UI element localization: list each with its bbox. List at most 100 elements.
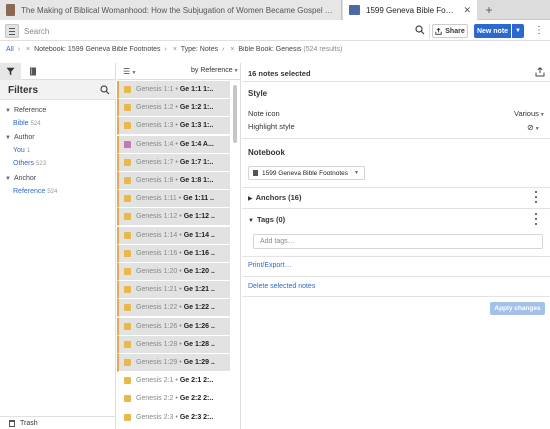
note-heading: Ge 1:2 1:.. <box>179 104 214 112</box>
apply-changes-button[interactable]: Apply changes <box>490 302 545 315</box>
list-item[interactable]: Genesis 1:7 • Ge 1:7 1:.. <box>117 153 230 172</box>
separator-dot: • <box>178 195 182 203</box>
filter-group-author[interactable]: ▼ Author <box>5 134 35 141</box>
notebook-select[interactable]: 1599 Geneva Bible Footnotes ▼ <box>248 166 365 180</box>
library-icon <box>29 67 36 76</box>
sticky-note-icon <box>124 213 131 221</box>
list-item[interactable]: Genesis 2:1 • Ge 2:1 2:.. <box>117 372 230 391</box>
list-item[interactable]: Genesis 1:2 • Ge 1:2 1:.. <box>117 99 230 118</box>
tags-input[interactable]: Add tags… <box>253 234 543 249</box>
new-note-button[interactable]: New note <box>474 24 511 38</box>
breadcrumb-all[interactable]: All <box>6 46 14 53</box>
filter-tab[interactable] <box>0 63 21 80</box>
sticky-note-icon <box>124 304 131 312</box>
breadcrumb-sep: › <box>164 46 167 53</box>
list-item[interactable]: Genesis 1:3 • Ge 1:3 1:.. <box>117 117 230 136</box>
breadcrumb-notebook[interactable]: Notebook: 1599 Geneva Bible Footnotes <box>34 46 160 53</box>
more-options-icon[interactable]: ⋮ <box>534 24 544 38</box>
remove-filter-icon[interactable]: × <box>26 46 30 53</box>
sticky-note-icon <box>124 377 131 385</box>
filter-item-reference[interactable]: Reference 524 <box>13 188 57 195</box>
tab-book[interactable]: The Making of Biblical Womanhood: How th… <box>0 0 342 20</box>
tags-more-icon[interactable] <box>534 213 538 225</box>
filter-item-you[interactable]: You 1 <box>13 147 30 154</box>
note-reference: Genesis 2:3 <box>136 413 174 421</box>
notes-list-panel: ☰ ▼ by Reference▼ Genesis 1:1 • Ge 1:1 1:.… <box>117 63 241 429</box>
filter-item-others[interactable]: Others 523 <box>13 160 46 167</box>
breadcrumb-book[interactable]: Bible Book: Genesis <box>238 46 301 53</box>
list-item[interactable]: Genesis 1:1 • Ge 1:1 1:.. <box>117 81 230 99</box>
note-icon-select[interactable]: Various▼ <box>514 109 545 118</box>
list-item[interactable]: Genesis 1:8 • Ge 1:8 1:.. <box>117 172 230 190</box>
toolbar: Share New note ▼ ⋮ <box>0 21 550 41</box>
caret-down-icon: ▼ <box>5 108 11 114</box>
share-button[interactable]: Share <box>432 24 468 38</box>
list-item[interactable]: Genesis 2:2 • Ge 2:2 2:.. <box>117 390 230 409</box>
close-icon[interactable]: ✕ <box>463 5 471 16</box>
breadcrumb-type[interactable]: Type: Notes <box>181 46 218 53</box>
list-view-icon[interactable]: ☰ ▼ <box>123 67 137 76</box>
list-item[interactable]: Genesis 1:11 • Ge 1:11 .. <box>117 190 230 209</box>
anchors-section-toggle[interactable]: ▶ Anchors (16) <box>248 193 301 202</box>
sticky-note-icon <box>124 158 131 166</box>
filter-group-reference[interactable]: ▼ Reference <box>5 107 46 114</box>
tab-notes[interactable]: 1599 Geneva Bible Footnotes ✕ <box>343 0 477 20</box>
add-tab-button[interactable]: + <box>481 2 497 18</box>
library-tab[interactable] <box>22 63 43 80</box>
list-item[interactable]: Genesis 1:4 • Ge 1:4 A... <box>117 135 230 154</box>
no-highlight-icon: ⊘ <box>527 123 534 132</box>
note-reference: Genesis 1:8 <box>136 177 174 184</box>
filter-item-bible[interactable]: Bible 524 <box>13 120 41 127</box>
delete-selected-link[interactable]: Delete selected notes <box>248 283 315 290</box>
separator-dot: • <box>179 322 182 330</box>
notebook-select-value: 1599 Geneva Bible Footnotes <box>262 169 349 177</box>
scrollbar-thumb[interactable] <box>233 85 237 143</box>
share-label: Share <box>445 27 465 35</box>
details-panel: 16 notes selected Style Note icon Variou… <box>242 63 550 429</box>
menu-button[interactable] <box>5 24 19 38</box>
remove-filter-icon[interactable]: × <box>173 46 177 53</box>
print-export-link[interactable]: Print/Export… <box>248 262 292 269</box>
sticky-note-icon <box>124 104 131 112</box>
list-item[interactable]: Genesis 2:3 • Ge 2:3 2:.. <box>117 408 230 427</box>
sort-select[interactable]: by Reference▼ <box>191 67 239 74</box>
tags-section-toggle[interactable]: ▼ Tags (0) <box>248 215 285 224</box>
list-item[interactable]: Genesis 1:21 • Ge 1:21 .. <box>117 281 230 300</box>
list-item[interactable]: Genesis 1:16 • Ge 1:16 .. <box>117 244 230 263</box>
remove-filter-icon[interactable]: × <box>230 46 234 53</box>
list-item[interactable]: Genesis 1:28 • Ge 1:28 .. <box>117 335 230 354</box>
filter-group-anchor[interactable]: ▼ Anchor <box>5 175 36 182</box>
note-reference: Genesis 1:14 <box>136 231 178 239</box>
trash-label: Trash <box>20 419 38 427</box>
note-reference: Genesis 1:29 <box>136 359 178 366</box>
filter-group-label: Reference <box>13 107 47 114</box>
notebook-section-title: Notebook <box>248 148 285 157</box>
new-note-dropdown-icon[interactable]: ▼ <box>512 24 524 38</box>
separator-dot: • <box>179 304 182 312</box>
breadcrumb-sep: › <box>222 46 225 53</box>
sticky-note-icon <box>124 86 131 93</box>
search-icon[interactable] <box>100 85 110 95</box>
sticky-note-icon <box>124 359 131 366</box>
highlight-style-select[interactable]: ⊘▼ <box>527 123 540 132</box>
notes-list-header: ☰ ▼ by Reference▼ <box>117 63 240 80</box>
list-item[interactable]: Genesis 1:26 • Ge 1:26 .. <box>117 317 230 336</box>
list-item[interactable]: Genesis 1:20 • Ge 1:20 .. <box>117 263 230 281</box>
note-heading: Ge 2:3 2:.. <box>179 413 214 421</box>
list-item[interactable]: Genesis 1:22 • Ge 1:22 .. <box>117 299 230 318</box>
filter-item-count: 523 <box>36 161 47 167</box>
list-item[interactable]: Genesis 1:29 • Ge 1:29 .. <box>117 354 230 372</box>
trash-button[interactable]: Trash <box>0 416 116 429</box>
note-reference: Genesis 1:20 <box>136 268 178 275</box>
list-item[interactable]: Genesis 1:14 • Ge 1:14 .. <box>117 226 230 245</box>
anchors-more-icon[interactable] <box>534 191 538 203</box>
search-input[interactable] <box>24 24 426 38</box>
filter-item-count: 1 <box>26 148 31 154</box>
note-icon-label: Note icon <box>248 109 280 118</box>
search-icon[interactable] <box>415 25 425 35</box>
list-item[interactable]: Genesis 1:12 • Ge 1:12 .. <box>117 208 230 227</box>
filter-item-label: Reference <box>13 188 46 195</box>
sticky-note-icon <box>124 249 131 257</box>
note-reference: Genesis 1:22 <box>136 304 178 312</box>
export-icon[interactable] <box>535 67 545 77</box>
